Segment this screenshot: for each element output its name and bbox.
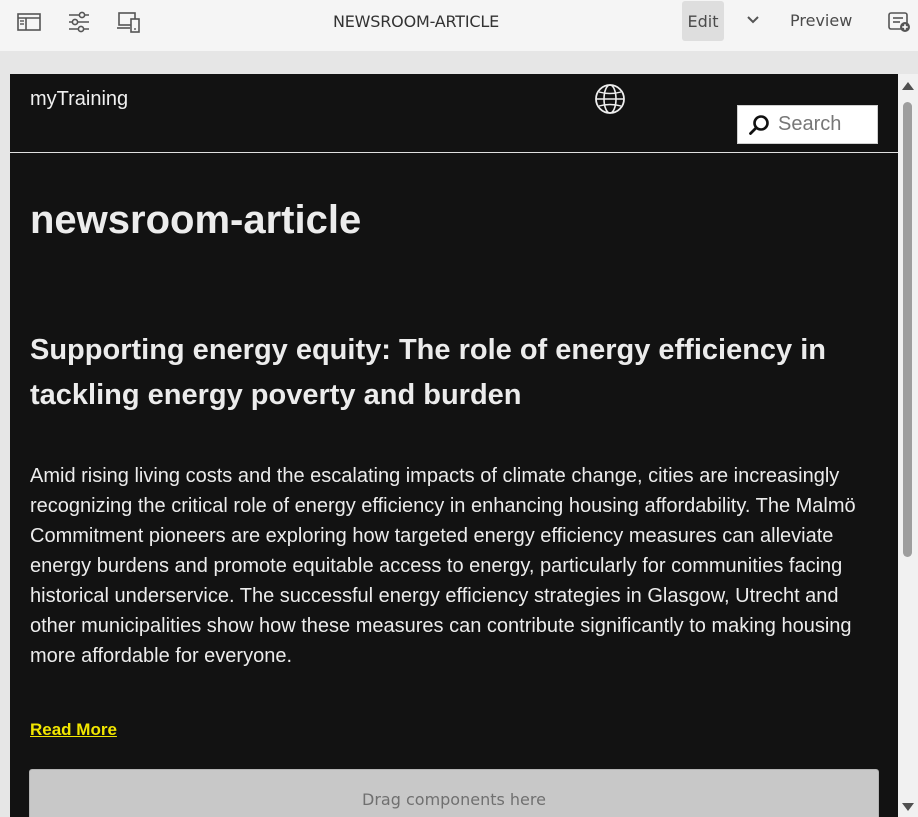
site-search (737, 105, 878, 144)
article-headline: Supporting energy equity: The role of en… (30, 334, 827, 411)
site-brand[interactable]: myTraining (30, 88, 128, 111)
page-canvas: myTraining newsroom-article Supporting e… (10, 74, 898, 817)
scroll-down-arrow-icon[interactable] (902, 803, 914, 811)
page-heading: newsroom-article (30, 198, 362, 242)
chevron-down-icon[interactable] (741, 8, 765, 32)
scrollbar[interactable] (898, 74, 918, 817)
page-properties-icon[interactable] (64, 7, 94, 37)
globe-icon[interactable] (594, 83, 626, 115)
scroll-up-arrow-icon[interactable] (902, 82, 914, 90)
emulator-icon[interactable] (114, 7, 144, 37)
component-dropzone[interactable]: Drag components here (29, 769, 879, 817)
editor-toolbar: NEWSROOM-ARTICLE Edit Preview (0, 0, 918, 51)
edit-mode-button[interactable]: Edit (682, 1, 724, 41)
search-input[interactable] (778, 113, 870, 136)
side-panel-icon[interactable] (14, 7, 44, 37)
scrollbar-thumb[interactable] (903, 102, 912, 557)
annotations-icon[interactable] (884, 7, 914, 37)
page-title-toolbar: NEWSROOM-ARTICLE (333, 12, 499, 31)
search-icon (749, 114, 769, 135)
header-divider (10, 152, 898, 153)
article-body: Amid rising living costs and the escalat… (30, 465, 856, 667)
read-more-link[interactable]: Read More (30, 720, 117, 740)
preview-button[interactable]: Preview (790, 11, 852, 30)
